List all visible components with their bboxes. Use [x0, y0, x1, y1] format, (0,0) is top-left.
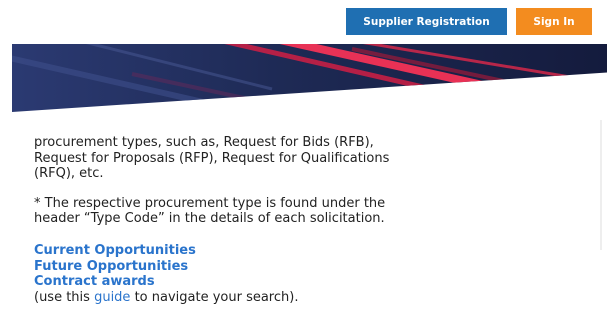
sign-in-button[interactable]: Sign In: [516, 8, 592, 35]
hero-banner: [12, 44, 607, 112]
current-opportunities-link[interactable]: Current Opportunities: [34, 243, 414, 259]
guide-text-before: (use this: [34, 289, 95, 305]
future-opportunities-link[interactable]: Future Opportunities: [34, 259, 414, 275]
main-content: procurement types, such as, Request for …: [34, 135, 414, 305]
scrollbar-track[interactable]: [600, 120, 602, 250]
supplier-registration-button[interactable]: Supplier Registration: [346, 8, 507, 35]
guide-text-after: to navigate your search).: [130, 289, 299, 305]
procurement-types-text: procurement types, such as, Request for …: [34, 135, 390, 182]
opportunity-links: Current Opportunities Future Opportuniti…: [34, 243, 414, 290]
banner-image: [12, 44, 607, 112]
header-bar: Supplier Registration Sign In: [0, 0, 607, 44]
contract-awards-link[interactable]: Contract awards: [34, 274, 414, 290]
guide-note: (use this guide to navigate your search)…: [34, 290, 414, 306]
type-code-note: * The respective procurement type is fou…: [34, 195, 386, 227]
guide-link[interactable]: guide: [94, 290, 130, 305]
